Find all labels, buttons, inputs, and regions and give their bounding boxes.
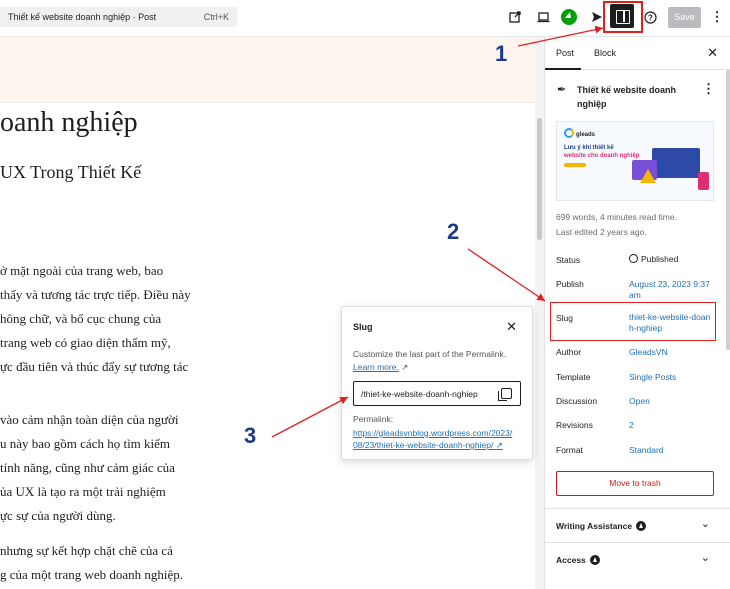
author-label: Author xyxy=(556,347,582,357)
paragraph-line: nhưng sự kết hợp chặt chẽ của cả xyxy=(0,543,173,558)
panel-title: Access xyxy=(556,555,600,565)
paragraph-line: hông chữ, và bố cục chung của xyxy=(0,311,162,326)
chevron-down-icon[interactable]: ⌄ xyxy=(701,551,710,564)
editor-scroll-thumb[interactable] xyxy=(537,118,542,240)
post-pen-icon: ✒ xyxy=(557,84,567,96)
status-value[interactable]: Published xyxy=(629,254,678,265)
warning-icon xyxy=(640,169,656,183)
settings-sidebar: Post Block ✕ ✒ Thiết kế website doanh ng… xyxy=(544,37,730,589)
post-heading[interactable]: oanh nghiệp xyxy=(0,107,138,139)
template-value[interactable]: Single Posts xyxy=(629,372,676,383)
paragraph-line: tính năng, cũng như cảm giác của xyxy=(0,460,175,475)
post-subheading[interactable]: UX Trong Thiết Kế xyxy=(0,162,141,183)
external-arrow-icon: ↗ xyxy=(495,440,503,450)
featured-image-line2: website cho doanh nghiệp xyxy=(564,153,640,159)
word-count: 699 words, 4 minutes read time. xyxy=(556,212,677,222)
panel-writing-assistance[interactable]: Writing Assistance ⌄ xyxy=(545,508,730,542)
published-icon xyxy=(629,254,638,263)
discussion-value[interactable]: Open xyxy=(629,396,650,407)
revisions-value[interactable]: 2 xyxy=(629,420,634,431)
popover-title: Slug xyxy=(353,322,373,332)
command-shortcut: Ctrl+K xyxy=(203,12,229,22)
slug-input[interactable]: /thiet-ke-website-doanh-nghiep xyxy=(353,381,521,406)
featured-image-accent xyxy=(564,163,586,167)
annotation-number-1: 1 xyxy=(495,41,508,66)
document-title-bar[interactable]: Thiết kế website doanh nghiệp · Post Ctr… xyxy=(0,7,237,27)
learn-more-link[interactable]: Learn more. xyxy=(353,362,399,372)
external-arrow-icon: ↗ xyxy=(401,362,409,372)
monitor-illustration xyxy=(652,148,700,178)
external-link-icon[interactable] xyxy=(507,9,523,25)
tab-post[interactable]: Post xyxy=(556,48,574,58)
jetpack-icon[interactable] xyxy=(561,9,577,25)
paragraph-line: ủa UX là tạo ra một trải nghiệm xyxy=(0,484,166,499)
permalink-line: https://gleadsvnblog.wordpress.com/2023/ xyxy=(353,428,513,438)
panel-title-text: Writing Assistance xyxy=(556,521,633,531)
panel-access[interactable]: Access ⌄ xyxy=(545,542,730,576)
featured-image-line1: Lưu ý khi thiết kế xyxy=(564,145,614,151)
jetpack-bolt-icon xyxy=(636,521,647,531)
chevron-down-icon[interactable]: ⌄ xyxy=(701,517,710,530)
more-vertical-icon[interactable]: ⋮ xyxy=(702,81,715,97)
sidebar-scrollbar[interactable] xyxy=(726,70,730,350)
sidebar-tabs: Post Block ✕ xyxy=(545,37,730,70)
permalink-line: 08/23/thiet-ke-website-doanh-nghiep/ ↗ xyxy=(353,439,528,451)
jetpack-bolt-icon xyxy=(589,555,600,565)
paragraph-3[interactable]: nhưng sự kết hợp chặt chẽ của cả g của m… xyxy=(0,539,183,587)
more-vertical-icon[interactable]: ⋮ xyxy=(709,9,725,25)
active-tab-indicator xyxy=(545,68,581,70)
revisions-label: Revisions xyxy=(556,420,593,430)
discussion-label: Discussion xyxy=(556,396,598,406)
last-edited: Last edited 2 years ago. xyxy=(556,227,647,237)
author-value[interactable]: GleadsVN xyxy=(629,347,668,358)
tab-block[interactable]: Block xyxy=(594,48,616,58)
template-label: Template xyxy=(556,372,591,382)
format-value[interactable]: Standard xyxy=(629,445,664,456)
slug-input-value: /thiet-ke-website-doanh-nghiep xyxy=(361,389,478,399)
paragraph-line: vào cảm nhận toàn diện của người xyxy=(0,412,179,427)
close-icon[interactable]: ✕ xyxy=(506,319,517,335)
featured-image-brand: gleads xyxy=(564,128,595,138)
annotation-number-2: 2 xyxy=(447,219,460,244)
slug-popover: Slug ✕ Customize the last part of the Pe… xyxy=(341,306,533,460)
annotation-highlight-toggle xyxy=(603,1,643,33)
slug-label: Slug xyxy=(556,313,574,323)
preview-desktop-icon[interactable] xyxy=(535,9,551,25)
paragraph-2[interactable]: vào cảm nhận toàn diện của người u này b… xyxy=(0,408,179,528)
description-text: Customize the last part of the Permalink… xyxy=(353,349,507,359)
panel-title: Writing Assistance xyxy=(556,521,647,531)
format-label: Format xyxy=(556,445,583,455)
status-text: Published xyxy=(641,254,679,264)
paragraph-line: g của một trang web doanh nghiệp. xyxy=(0,567,184,582)
permalink-label: Permalink: xyxy=(353,414,394,424)
annotation-number-3: 3 xyxy=(244,423,257,448)
popover-description: Customize the last part of the Permalink… xyxy=(353,348,528,374)
move-to-trash-button[interactable]: Move to trash xyxy=(556,471,714,496)
save-button[interactable]: Save xyxy=(668,7,701,28)
publish-date[interactable]: August 23, 2023 9:37 am xyxy=(629,279,719,301)
publish-label: Publish xyxy=(556,279,584,289)
permalink-link[interactable]: https://gleadsvnblog.wordpress.com/2023/… xyxy=(353,427,528,451)
permalink-line-text: 08/23/thiet-ke-website-doanh-nghiep/ xyxy=(353,440,494,450)
slug-value[interactable]: thiet-ke-website-doanh-nghiep xyxy=(629,312,711,334)
post-title: Thiết kế website doanh nghiệp xyxy=(577,85,677,109)
copy-icon[interactable] xyxy=(498,388,512,401)
top-toolbar: Thiết kế website doanh nghiệp · Post Ctr… xyxy=(0,0,730,37)
phone-illustration xyxy=(698,172,709,190)
featured-image[interactable]: gleads Lưu ý khi thiết kế website cho do… xyxy=(556,121,714,201)
paragraph-line: ở mặt ngoài của trang web, bao xyxy=(0,263,164,278)
cover-banner xyxy=(0,37,535,103)
status-label: Status xyxy=(556,255,581,265)
paragraph-line: u này bao gồm cách họ tìm kiếm xyxy=(0,436,171,451)
paragraph-line: ực đầu tiên và thúc đẩy sự tương tác xyxy=(0,359,189,374)
paragraph-line: ực sự của người dùng. xyxy=(0,508,116,523)
close-icon[interactable]: ✕ xyxy=(707,45,718,61)
paragraph-line: trang web có giao diện thẩm mỹ, xyxy=(0,335,171,350)
help-icon[interactable]: ? xyxy=(642,9,658,25)
svg-text:?: ? xyxy=(648,13,653,22)
paragraph-1[interactable]: ở mặt ngoài của trang web, bao thấy và t… xyxy=(0,259,191,379)
document-title: Thiết kế website doanh nghiệp · Post xyxy=(8,12,157,22)
panel-title-text: Access xyxy=(556,555,586,565)
paragraph-line: thấy và tương tác trực tiếp. Điều này xyxy=(0,287,191,302)
